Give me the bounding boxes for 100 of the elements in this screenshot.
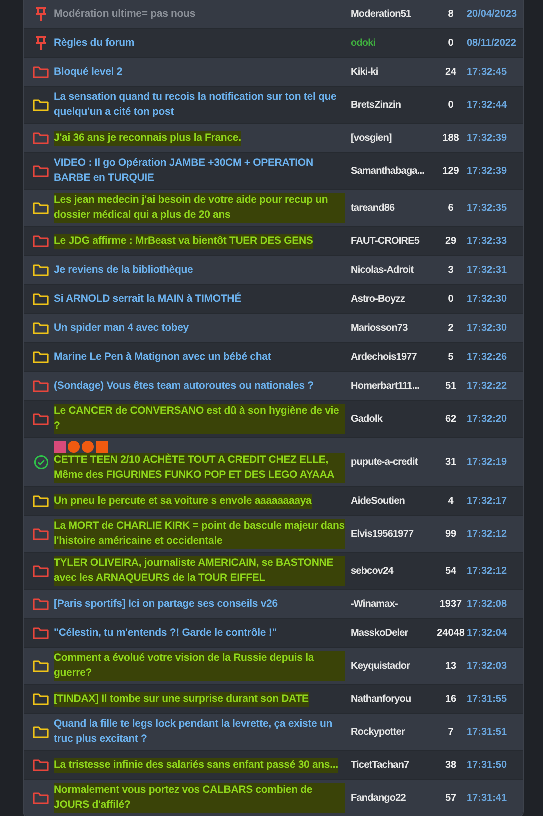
reply-count: 54 — [444, 566, 458, 576]
reply-count: 6 — [447, 202, 455, 214]
topic-title-link[interactable]: Quand la fille te legs lock pendant la levrette, ça existe un truc plus excitant ? — [54, 717, 345, 747]
author-name[interactable]: Gadolk — [351, 414, 382, 424]
topic-title-link[interactable]: La tristesse infinie des salariés sans enfant passé 30 ans... — [54, 758, 338, 772]
topic-row[interactable]: Le CANCER de CONVERSANO est dû à son hygiène de vie ? Gadolk 62 17:32:20 — [24, 401, 523, 438]
author-name[interactable]: FAUT-CROIRE5 — [351, 236, 420, 246]
topic-row[interactable]: Modération ultime= pas nous Moderation51 8 20/04/2023 — [24, 0, 523, 29]
topic-title-link[interactable]: "Célestin, tu m'entends ?! Garde le contrôle !" — [54, 626, 278, 640]
reply-count: 31 — [444, 456, 458, 468]
folder-icon — [33, 758, 49, 772]
topic-title-link[interactable]: La sensation quand tu recois la notification sur ton tel que quelqu'un a cité ton post — [54, 90, 345, 120]
topic-title-link[interactable]: Le JDG affirme : MrBeast va bientôt TUER DES GENS — [54, 234, 314, 248]
topic-row[interactable]: VIDEO : Il go Opération JAMBE +30CM + OPERATION BARBE en TURQUIE Samanthabaga... 129 17:32:39 — [24, 153, 523, 190]
author-name[interactable]: Rockypotter — [351, 726, 405, 738]
author-name[interactable]: Fandango22 — [351, 792, 406, 804]
author-name[interactable]: BretsZinzin — [351, 100, 402, 110]
topic-title-link[interactable]: Règles du forum — [54, 36, 135, 50]
author-name[interactable]: Nathanforyou — [351, 694, 412, 704]
topic-row[interactable]: Normalement vous portez vos CALBARS combien de JOURS d'affilé? Fandango22 57 17:31:41 — [24, 780, 523, 816]
author-name[interactable]: Kiki-ki — [351, 66, 378, 78]
folder-icon — [33, 292, 49, 306]
pin-icon — [35, 36, 47, 50]
topic-row[interactable]: Le JDG affirme : MrBeast va bientôt TUER DES GENS FAUT-CROIRE5 29 17:32:33 — [24, 227, 523, 256]
author-name[interactable]: Ardechois1977 — [351, 352, 417, 362]
folder-icon — [33, 380, 49, 392]
last-post-time: 17:32:30 — [467, 294, 508, 304]
folder-icon — [33, 98, 49, 112]
reply-count: 188 — [442, 132, 460, 144]
topic-row[interactable]: La tristesse infinie des salariés sans enfant passé 30 ans... TicetTachan7 38 17:31:50 — [24, 751, 523, 780]
topic-row[interactable]: Les jean medecin j'ai besoin de votre aide pour recup un dossier médical qui a plus de 20 ans tareand86 6 17:32:35 — [24, 190, 523, 227]
topic-title-link[interactable]: (Sondage) Vous êtes team autoroutes ou nationales ? — [54, 378, 314, 394]
topic-title-link[interactable]: Un pneu le percute et sa voiture s envole aaaaaaaaya — [54, 494, 312, 508]
author-name[interactable]: pupute-a-credit — [351, 456, 418, 468]
topic-row[interactable]: Si ARNOLD serrait la MAIN à TIMOTHÉ Astro-Boyzz 0 17:32:30 — [24, 285, 523, 314]
topic-row[interactable]: (Sondage) Vous êtes team autoroutes ou nationales ? Homerbart111... 51 17:32:22 — [24, 372, 523, 401]
author-name[interactable]: Nicolas-Adroit — [351, 264, 414, 276]
last-post-time: 17:32:44 — [467, 100, 508, 110]
topic-title-link[interactable]: Modération ultime= pas nous — [54, 6, 196, 22]
author-name[interactable]: Mariosson73 — [351, 322, 408, 334]
author-name[interactable]: sebcov24 — [351, 566, 394, 576]
topic-title-link[interactable]: Je reviens de la bibliothèque — [54, 262, 194, 278]
author-name[interactable]: Samanthabaga... — [351, 166, 424, 176]
author-name[interactable]: Moderation51 — [351, 8, 412, 20]
topic-title-link[interactable]: Le CANCER de CONVERSANO est dû à son hygiène de vie ? — [54, 404, 345, 434]
topic-title-link[interactable]: La MORT de CHARLIE KIRK = point de bascule majeur dans l'histoire américaine et occidentale — [54, 519, 345, 549]
topic-row[interactable]: Un spider man 4 avec tobey Mariosson73 2 17:32:30 — [24, 314, 523, 343]
topic-row[interactable]: Quand la fille te legs lock pendant la levrette, ça existe un truc plus excitant ? Rockypotter 7 17:31:51 — [24, 714, 523, 751]
topic-row[interactable]: J'ai 36 ans je reconnais plus la France. [vosgien] 188 17:32:39 — [24, 124, 523, 153]
last-post-time: 17:31:51 — [467, 726, 508, 738]
author-name[interactable]: [vosgien] — [351, 132, 392, 144]
topic-row[interactable]: Bloqué level 2 Kiki-ki 24 17:32:45 — [24, 58, 523, 87]
topic-row[interactable]: [Paris sportifs] Ici on partage ses conseils v26 -Winamax- 1937 17:32:08 — [24, 590, 523, 619]
topic-title-link[interactable]: [Paris sportifs] Ici on partage ses conseils v26 — [54, 596, 278, 612]
folder-icon — [33, 528, 49, 540]
folder-icon — [33, 692, 49, 706]
topic-row[interactable]: TYLER OLIVEIRA, journaliste AMERICAIN, se BASTONNE avec les ARNAQUEURS de la TOUR EIFFEL sebcov24 54 17:32:12 — [24, 553, 523, 590]
topic-title-link[interactable]: Comment a évolué votre vision de la Russie depuis la guerre? — [54, 651, 345, 681]
topic-row[interactable]: Comment a évolué votre vision de la Russie depuis la guerre? Keyquistador 13 17:32:03 — [24, 648, 523, 685]
topic-title-link[interactable]: Si ARNOLD serrait la MAIN à TIMOTHÉ — [54, 292, 242, 306]
topic-row[interactable]: "Célestin, tu m'entends ?! Garde le contrôle !" MasskoDeler 24048 17:32:04 — [24, 619, 523, 648]
last-post-time: 17:32:39 — [467, 166, 508, 176]
topic-row[interactable]: Règles du forum odoki 0 08/11/2022 — [24, 29, 523, 58]
author-name[interactable]: Keyquistador — [351, 660, 410, 672]
topic-title-link[interactable]: Bloqué level 2 — [54, 64, 123, 80]
reply-count: 62 — [444, 414, 458, 424]
topic-row[interactable]: Marine Le Pen à Matignon avec un bébé chat Ardechois1977 5 17:32:26 — [24, 343, 523, 372]
author-name[interactable]: -Winamax- — [351, 598, 398, 610]
topic-title-link[interactable]: Un spider man 4 avec tobey — [54, 320, 189, 336]
author-name[interactable]: odoki — [351, 38, 376, 48]
author-name[interactable]: Elvis19561977 — [351, 528, 414, 540]
topic-row[interactable]: Un pneu le percute et sa voiture s envole aaaaaaaaya AideSoutien 4 17:32:17 — [24, 487, 523, 516]
author-name[interactable]: AideSoutien — [351, 496, 405, 506]
topic-title-link[interactable]: Normalement vous portez vos CALBARS combien de JOURS d'affilé? — [54, 783, 345, 813]
topic-row[interactable]: La MORT de CHARLIE KIRK = point de bascule majeur dans l'histoire américaine et occidentale Elvis19561977 99 17:32:12 — [24, 516, 523, 553]
topic-title-link[interactable]: CETTE TEEN 2/10 ACHÈTE TOUT A CREDIT CHEZ ELLE, Même des FIGURINES FUNKO POP ET DES LEGO AYAAA — [54, 453, 345, 483]
topic-title-link[interactable]: J'ai 36 ans je reconnais plus la France. — [54, 130, 242, 146]
topic-title-link[interactable]: TYLER OLIVEIRA, journaliste AMERICAIN, se BASTONNE avec les ARNAQUEURS de la TOUR EIFFEL — [54, 556, 345, 586]
topic-row[interactable]: [TINDAX] Il tombe sur une surprise durant son DATE Nathanforyou 16 17:31:55 — [24, 685, 523, 714]
author-name[interactable]: TicetTachan7 — [351, 760, 410, 770]
last-post-time: 17:32:30 — [467, 322, 508, 334]
folder-icon — [33, 626, 49, 640]
last-post-time: 17:32:12 — [467, 528, 508, 540]
topic-row[interactable]: La sensation quand tu recois la notification sur ton tel que quelqu'un a cité ton post BretsZinzin 0 17:32:44 — [24, 87, 523, 124]
folder-icon — [33, 66, 49, 78]
reply-count: 129 — [442, 166, 460, 176]
topic-row[interactable]: Je reviens de la bibliothèque Nicolas-Adroit 3 17:32:31 — [24, 256, 523, 285]
reply-count: 13 — [444, 660, 458, 672]
topic-title-link[interactable]: Marine Le Pen à Matignon avec un bébé chat — [54, 350, 272, 364]
last-post-time: 17:32:19 — [467, 456, 508, 468]
topic-title-link[interactable]: VIDEO : Il go Opération JAMBE +30CM + OPERATION BARBE en TURQUIE — [54, 156, 345, 186]
topic-row[interactable]: CETTE TEEN 2/10 ACHÈTE TOUT A CREDIT CHEZ ELLE, Même des FIGURINES FUNKO POP ET DES LEGO AYAAA pupute-a-credit 31 17:32:19 — [24, 438, 523, 487]
topic-title-link[interactable]: [TINDAX] Il tombe sur une surprise durant son DATE — [54, 692, 309, 706]
topic-title-link[interactable]: Les jean medecin j'ai besoin de votre aide pour recup un dossier médical qui a plus de 20 ans — [54, 193, 345, 223]
last-post-time: 17:31:41 — [467, 792, 508, 804]
pin-icon — [35, 6, 47, 22]
author-name[interactable]: Homerbart111... — [351, 380, 420, 392]
author-name[interactable]: Astro-Boyzz — [351, 294, 405, 304]
author-name[interactable]: MasskoDeler — [351, 628, 408, 638]
author-name[interactable]: tareand86 — [351, 202, 395, 214]
